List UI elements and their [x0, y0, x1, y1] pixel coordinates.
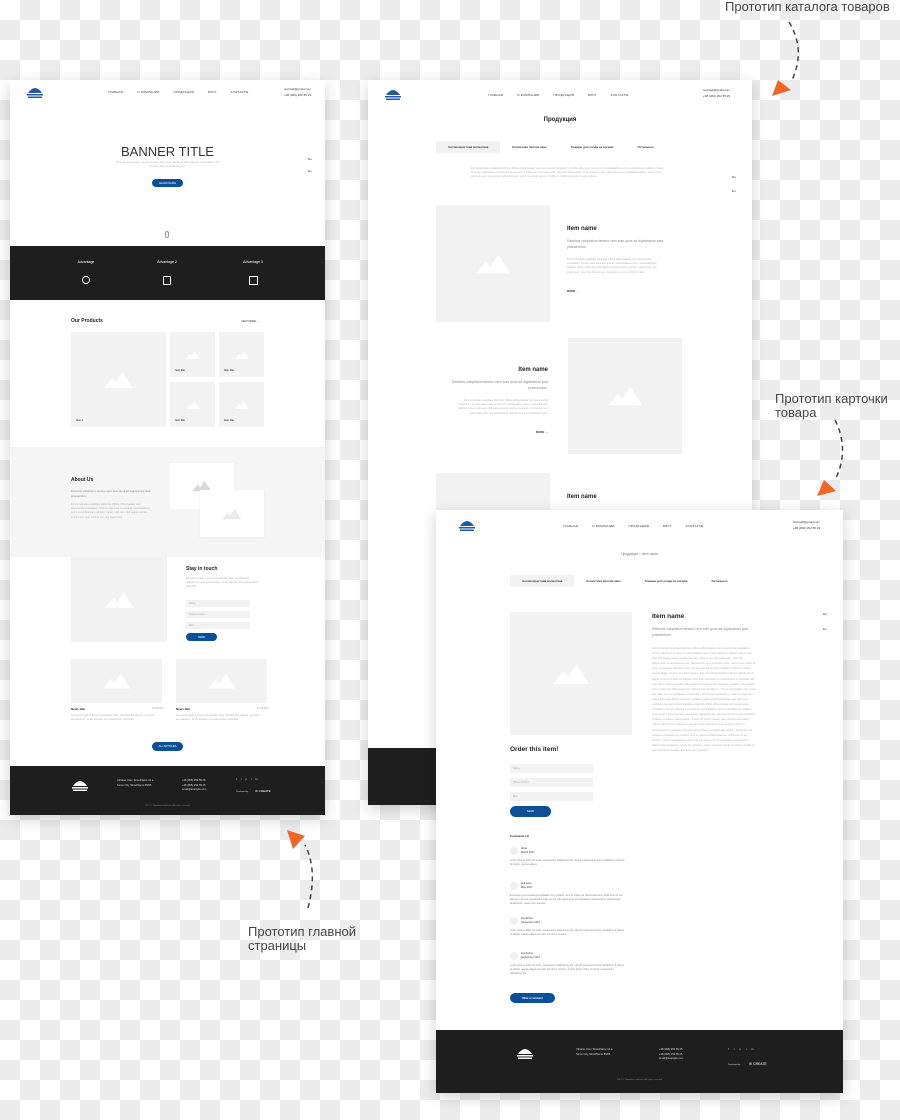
arrow-main: [287, 830, 314, 909]
arrow-catalog: [772, 21, 799, 96]
annotation-arrows: [287, 21, 844, 909]
arrow-card: [817, 419, 844, 496]
